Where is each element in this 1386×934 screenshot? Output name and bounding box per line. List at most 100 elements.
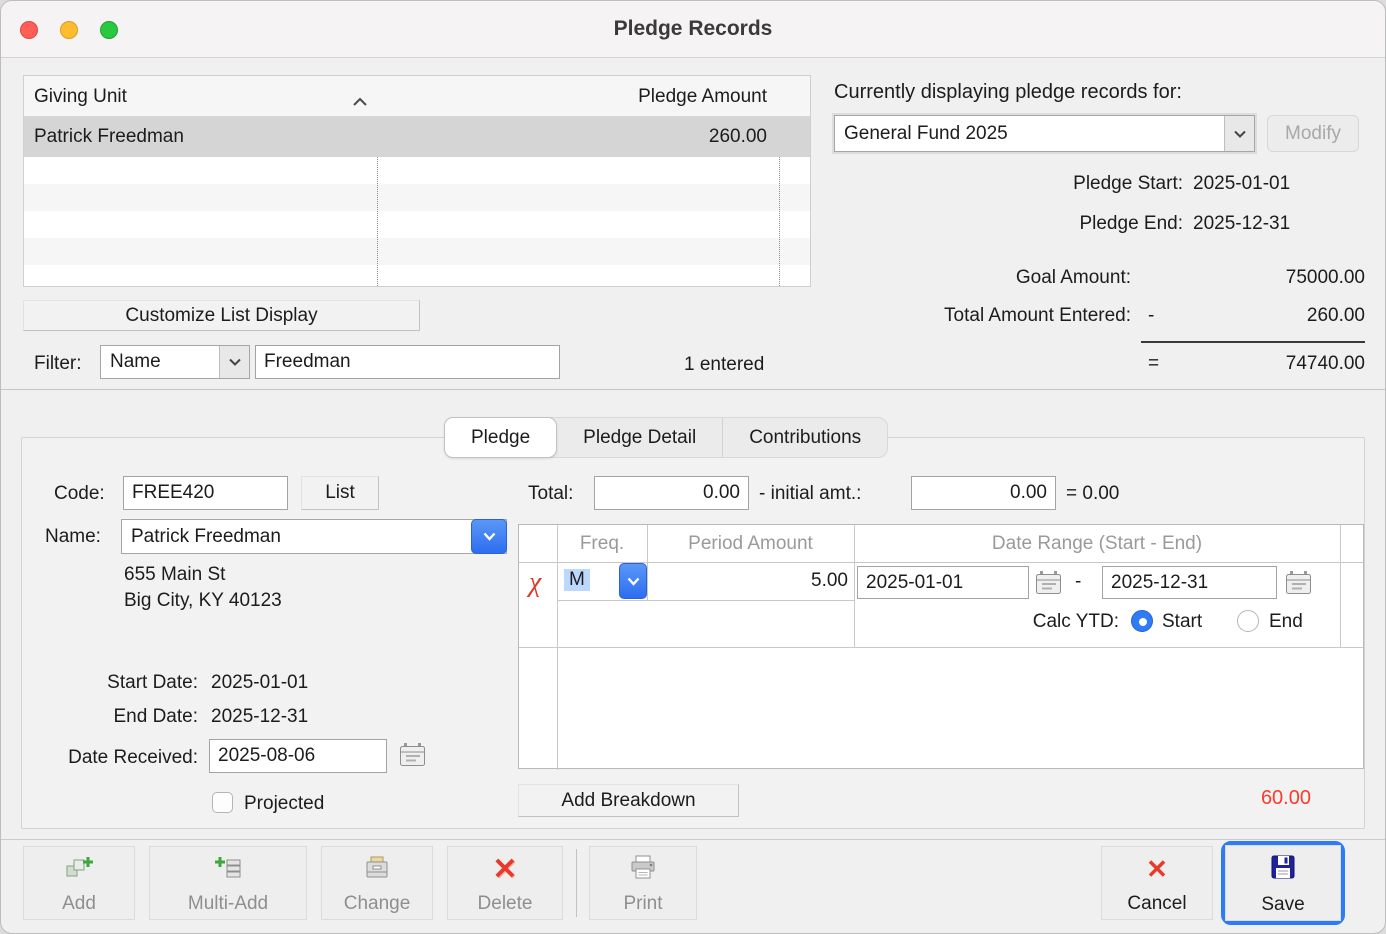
projected-checkbox[interactable] bbox=[212, 792, 233, 813]
date-received-input[interactable] bbox=[209, 739, 387, 773]
address-line1: 655 Main St bbox=[124, 564, 225, 586]
date-range-dash: - bbox=[1075, 571, 1081, 593]
add-icon bbox=[64, 854, 94, 888]
modify-button[interactable]: Modify bbox=[1267, 115, 1359, 152]
period-amount-value[interactable]: 5.00 bbox=[647, 570, 848, 592]
calc-ytd-end-radio[interactable] bbox=[1237, 610, 1259, 632]
tab-pledge[interactable]: Pledge bbox=[444, 417, 557, 458]
totals-result: = 0.00 bbox=[1066, 483, 1119, 505]
total-entered-label: Total Amount Entered: bbox=[841, 305, 1131, 327]
change-button[interactable]: Change bbox=[321, 846, 433, 920]
calc-ytd-start-label: Start bbox=[1162, 611, 1202, 633]
toolbar-divider bbox=[1, 839, 1385, 840]
calc-ytd-end-label: End bbox=[1269, 611, 1303, 633]
change-label: Change bbox=[344, 894, 411, 913]
customize-list-display-button[interactable]: Customize List Display bbox=[23, 300, 420, 331]
grid-line bbox=[854, 525, 855, 647]
total-input[interactable] bbox=[594, 476, 749, 510]
fund-panel-heading: Currently displaying pledge records for: bbox=[834, 81, 1182, 104]
multi-add-button[interactable]: Multi-Add bbox=[149, 846, 307, 920]
grid-line bbox=[557, 600, 854, 601]
minimize-window-icon[interactable] bbox=[60, 21, 78, 39]
filter-input[interactable] bbox=[255, 345, 560, 379]
calendar-icon[interactable] bbox=[1285, 571, 1312, 601]
calendar-icon[interactable] bbox=[399, 743, 426, 773]
initial-amount-input[interactable] bbox=[911, 476, 1056, 510]
filter-field-value: Name bbox=[110, 346, 161, 378]
column-header-freq: Freq. bbox=[557, 525, 647, 562]
multi-add-label: Multi-Add bbox=[188, 894, 268, 913]
chevron-down-icon[interactable] bbox=[619, 563, 647, 599]
end-date-label: End Date: bbox=[41, 706, 198, 728]
add-button[interactable]: Add bbox=[23, 846, 135, 920]
goal-amount-label: Goal Amount: bbox=[841, 267, 1131, 289]
delete-button[interactable]: ✕ Delete bbox=[447, 846, 563, 920]
start-date-value: 2025-01-01 bbox=[211, 672, 308, 694]
chevron-down-icon[interactable] bbox=[471, 519, 507, 554]
goal-amount-value: 75000.00 bbox=[1151, 267, 1365, 289]
pledge-end-label: Pledge End: bbox=[891, 213, 1183, 235]
save-icon bbox=[1269, 853, 1297, 887]
pledge-end-value: 2025-12-31 bbox=[1193, 213, 1290, 235]
date-range-end-input[interactable] bbox=[1102, 566, 1277, 599]
cancel-label: Cancel bbox=[1127, 894, 1186, 913]
grid-line bbox=[519, 647, 1363, 648]
section-divider bbox=[1, 389, 1385, 390]
sort-ascending-icon[interactable] bbox=[352, 91, 368, 113]
sum-divider bbox=[1141, 341, 1365, 343]
cancel-button[interactable]: ✕ Cancel bbox=[1101, 846, 1213, 920]
column-header-date-range: Date Range (Start - End) bbox=[854, 525, 1340, 562]
frequency-cell[interactable]: M bbox=[558, 563, 647, 600]
address-line2: Big City, KY 40123 bbox=[124, 590, 282, 612]
giving-unit-table: Giving Unit Pledge Amount Patrick Freedm… bbox=[23, 75, 811, 287]
chevron-down-icon bbox=[1224, 116, 1254, 151]
column-header-pledge-amount[interactable]: Pledge Amount bbox=[638, 76, 767, 117]
remaining-amount-value: 74740.00 bbox=[1151, 353, 1365, 375]
add-breakdown-button[interactable]: Add Breakdown bbox=[518, 784, 739, 817]
calc-ytd-start-radio[interactable] bbox=[1131, 610, 1153, 632]
breakdown-table: Freq. Period Amount Date Range (Start - … bbox=[518, 524, 1364, 769]
column-header-period-amount: Period Amount bbox=[647, 525, 854, 562]
cancel-icon: ✕ bbox=[1146, 854, 1168, 884]
close-window-icon[interactable] bbox=[20, 21, 38, 39]
table-header: Giving Unit Pledge Amount bbox=[24, 76, 810, 117]
column-header-giving-unit[interactable]: Giving Unit bbox=[34, 76, 127, 117]
save-button[interactable]: Save bbox=[1225, 845, 1341, 921]
list-button[interactable]: List bbox=[301, 476, 379, 510]
print-button[interactable]: Print bbox=[589, 846, 697, 920]
toolbar-separator bbox=[576, 849, 577, 917]
save-label: Save bbox=[1261, 895, 1304, 914]
entered-count: 1 entered bbox=[684, 354, 764, 376]
frequency-value: M bbox=[564, 569, 590, 591]
total-entered-value: 260.00 bbox=[1151, 305, 1365, 327]
tab-contributions[interactable]: Contributions bbox=[722, 418, 887, 457]
date-received-label: Date Received: bbox=[11, 747, 198, 769]
row-pledge-amount: 260.00 bbox=[709, 117, 767, 157]
detail-tabs: Pledge Pledge Detail Contributions bbox=[444, 417, 888, 458]
row-delete-icon[interactable]: χ bbox=[529, 569, 541, 597]
calendar-icon[interactable] bbox=[1035, 571, 1062, 601]
print-icon bbox=[628, 854, 658, 888]
name-select[interactable]: Patrick Freedman bbox=[121, 519, 507, 554]
filter-label: Filter: bbox=[34, 353, 82, 375]
tab-pledge-detail[interactable]: Pledge Detail bbox=[557, 418, 722, 457]
print-label: Print bbox=[623, 894, 662, 913]
fund-select[interactable]: General Fund 2025 bbox=[834, 115, 1255, 152]
table-row[interactable]: Patrick Freedman 260.00 bbox=[24, 117, 810, 157]
name-label: Name: bbox=[45, 526, 101, 548]
change-icon bbox=[362, 854, 392, 888]
add-label: Add bbox=[62, 894, 96, 913]
start-date-label: Start Date: bbox=[41, 672, 198, 694]
multi-add-icon bbox=[212, 854, 244, 888]
breakdown-total: 60.00 bbox=[1191, 787, 1311, 810]
code-input[interactable] bbox=[123, 476, 288, 510]
pledge-records-window: Pledge Records Giving Unit Pledge Amount… bbox=[0, 0, 1386, 934]
fund-select-value: General Fund 2025 bbox=[844, 116, 1008, 151]
pledge-start-label: Pledge Start: bbox=[891, 173, 1183, 195]
total-label: Total: bbox=[528, 483, 573, 505]
filter-field-select[interactable]: Name bbox=[100, 345, 250, 379]
row-giving-unit: Patrick Freedman bbox=[34, 117, 184, 157]
date-range-start-input[interactable] bbox=[857, 566, 1029, 599]
delete-icon: ✕ bbox=[492, 854, 517, 886]
zoom-window-icon[interactable] bbox=[100, 21, 118, 39]
